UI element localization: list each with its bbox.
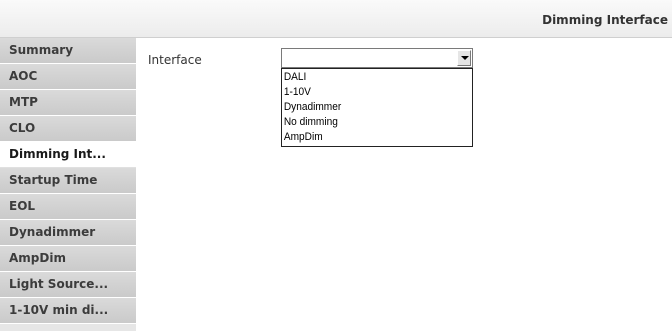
dropdown-option-no-dimming[interactable]: No dimming xyxy=(282,115,457,130)
sidebar-nav: Summary AOC MTP CLO Dimming Int... Start… xyxy=(0,38,136,331)
sidebar-item-light-source[interactable]: Light Source... xyxy=(0,272,136,298)
page-title: Dimming Interface xyxy=(542,13,668,27)
dropdown-option-ampdim[interactable]: AmpDim xyxy=(282,130,457,145)
chevron-down-icon[interactable] xyxy=(457,50,471,66)
sidebar-item-aoc[interactable]: AOC xyxy=(0,64,136,90)
sidebar-item-dynadimmer[interactable]: Dynadimmer xyxy=(0,220,136,246)
dropdown-option-dynadimmer[interactable]: Dynadimmer xyxy=(282,100,457,115)
dropdown-option-dali[interactable]: DALI xyxy=(282,70,457,85)
page-header: Dimming Interface xyxy=(0,0,672,38)
sidebar-item-1-10v-min-dim[interactable]: 1-10V min di... xyxy=(0,298,136,324)
interface-select[interactable] xyxy=(281,48,473,68)
sidebar-item-startup-time[interactable]: Startup Time xyxy=(0,168,136,194)
sidebar-item-mtp[interactable]: MTP xyxy=(0,90,136,116)
main-content: Interface DALI 1-10V Dynadimmer No dimmi… xyxy=(136,38,672,331)
sidebar-item-dimming-interface[interactable]: Dimming Int... xyxy=(0,142,136,168)
interface-label: Interface xyxy=(148,53,202,67)
dropdown-option-1-10v[interactable]: 1-10V xyxy=(282,85,457,100)
sidebar-item-clo[interactable]: CLO xyxy=(0,116,136,142)
sidebar-item-eol[interactable]: EOL xyxy=(0,194,136,220)
sidebar-item-ampdim[interactable]: AmpDim xyxy=(0,246,136,272)
interface-dropdown-list: DALI 1-10V Dynadimmer No dimming AmpDim xyxy=(281,68,473,147)
sidebar-item-summary[interactable]: Summary xyxy=(0,38,136,64)
